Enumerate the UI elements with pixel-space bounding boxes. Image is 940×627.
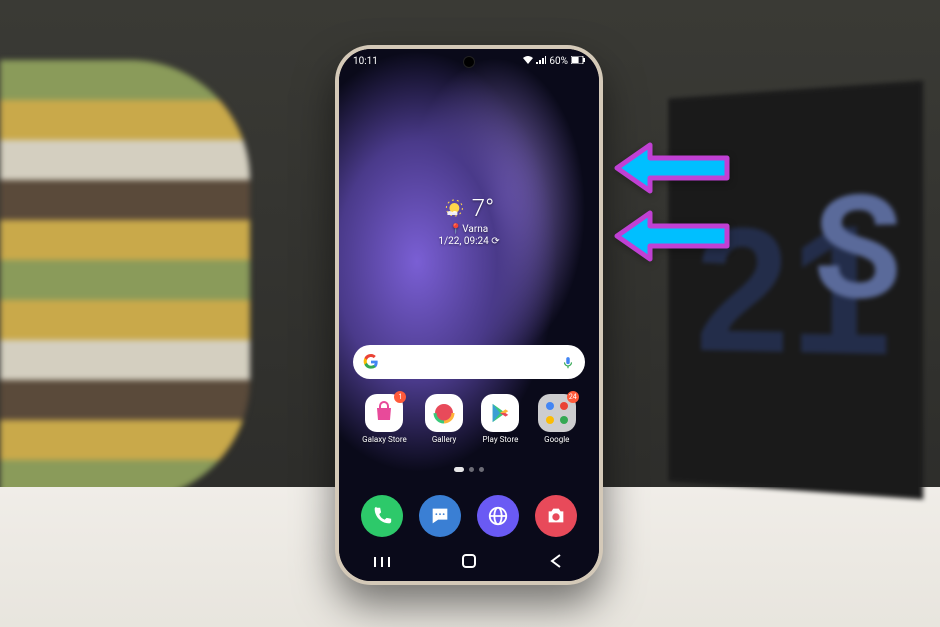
page-dot: [479, 467, 484, 472]
app-label: Google: [544, 435, 569, 444]
phone-icon: [371, 505, 393, 527]
vase-background: [0, 60, 250, 500]
play-store-icon: [481, 394, 519, 432]
badge: 24: [567, 391, 579, 403]
photo-scene: 21 S 10:11: [0, 0, 940, 627]
nav-recents[interactable]: [357, 554, 407, 573]
app-google-folder[interactable]: 24 Google: [538, 394, 576, 444]
weather-sun-icon: [444, 197, 466, 219]
app-label: Galaxy Store: [362, 435, 407, 444]
app-label: Gallery: [432, 435, 457, 444]
phone-screen: 10:11 60%: [339, 49, 599, 581]
google-logo-icon: [363, 354, 379, 370]
app-gallery[interactable]: Gallery: [425, 394, 463, 444]
camera-punch-hole: [464, 57, 474, 67]
location-pin-icon: 📍: [450, 224, 462, 235]
navigation-bar: [339, 545, 599, 581]
weather-widget[interactable]: 7° 📍Varna 1/22, 09:24 ⟳: [438, 194, 499, 247]
nav-back[interactable]: [531, 553, 581, 573]
signal-icon: [536, 56, 546, 67]
weather-location-row: 📍Varna: [438, 224, 499, 235]
weather-location: Varna: [462, 224, 488, 235]
weather-temp: 7°: [472, 194, 494, 222]
messages-icon: [429, 505, 451, 527]
wifi-icon: [523, 56, 533, 67]
badge: 1: [394, 391, 406, 403]
browser-icon: [487, 505, 509, 527]
battery-icon: [571, 56, 585, 67]
dock: [353, 495, 585, 537]
weather-temp-row: 7°: [438, 194, 499, 222]
box-letter: S: [813, 163, 901, 333]
weather-date-row: 1/22, 09:24 ⟳: [438, 236, 499, 247]
app-galaxy-store[interactable]: 1 Galaxy Store: [362, 394, 407, 444]
mic-icon[interactable]: [561, 355, 575, 369]
battery-percent: 60%: [549, 56, 568, 67]
galaxy-store-icon: 1: [365, 394, 403, 432]
page-dot: [469, 467, 474, 472]
gallery-icon: [425, 394, 463, 432]
dock-browser[interactable]: [477, 495, 519, 537]
arrow-volume-button: [612, 140, 732, 200]
app-row: 1 Galaxy Store Gallery Play Store: [353, 394, 585, 444]
home-icon: [461, 553, 477, 569]
google-search-bar[interactable]: [353, 345, 585, 379]
home-indicator-icon: [454, 467, 464, 472]
status-time: 10:11: [353, 56, 378, 67]
nav-home[interactable]: [444, 553, 494, 573]
weather-date: 1/22, 09:24: [438, 236, 488, 247]
page-indicator[interactable]: [454, 467, 484, 472]
arrow-power-button: [612, 208, 732, 268]
app-play-store[interactable]: Play Store: [481, 394, 519, 444]
dock-camera[interactable]: [535, 495, 577, 537]
status-right: 60%: [523, 56, 585, 67]
dock-messages[interactable]: [419, 495, 461, 537]
camera-icon: [545, 505, 567, 527]
smartphone: 10:11 60%: [335, 45, 603, 585]
google-folder-icon: 24: [538, 394, 576, 432]
dock-phone[interactable]: [361, 495, 403, 537]
recents-icon: [373, 555, 391, 569]
refresh-icon: ⟳: [491, 236, 499, 247]
app-label: Play Store: [483, 435, 519, 444]
back-icon: [549, 553, 563, 569]
